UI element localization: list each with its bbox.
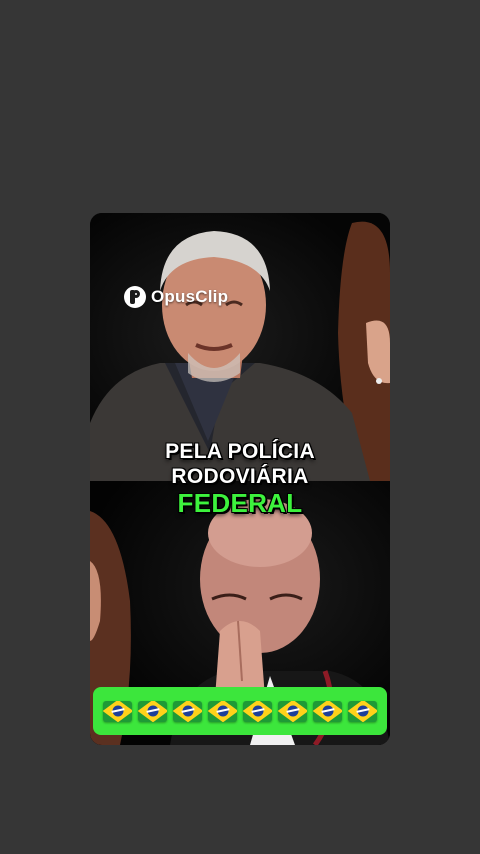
brazil-flag-icon: [103, 700, 132, 722]
opusclip-watermark: OpusClip: [124, 285, 228, 309]
opusclip-logo-icon: [124, 286, 146, 308]
watermark-brand: OpusClip: [151, 287, 229, 306]
brazil-flag-icon: [173, 700, 202, 722]
brazil-flag-icon: [243, 700, 272, 722]
caption-line-2: RODOVIÁRIA: [171, 465, 309, 488]
caption-line-3-highlight: FEDERAL: [177, 488, 303, 518]
subtitle-caption: PELA POLÍCIA RODOVIÁRIA FEDERAL: [90, 439, 390, 517]
brazil-flag-icon: [138, 700, 167, 722]
brazil-flag-icon: [208, 700, 237, 722]
brazil-flag-icon: [278, 700, 307, 722]
brazil-flags-banner: [93, 687, 387, 735]
video-player[interactable]: OpusClip PELA POLÍCIA RODOVIÁRIA FEDERAL: [90, 213, 390, 745]
page: { "watermark": { "brand": "OpusClip", "l…: [0, 0, 480, 854]
brazil-flag-icon: [348, 700, 377, 722]
caption-line-1: PELA POLÍCIA: [165, 440, 315, 463]
brazil-flag-icon: [313, 700, 342, 722]
